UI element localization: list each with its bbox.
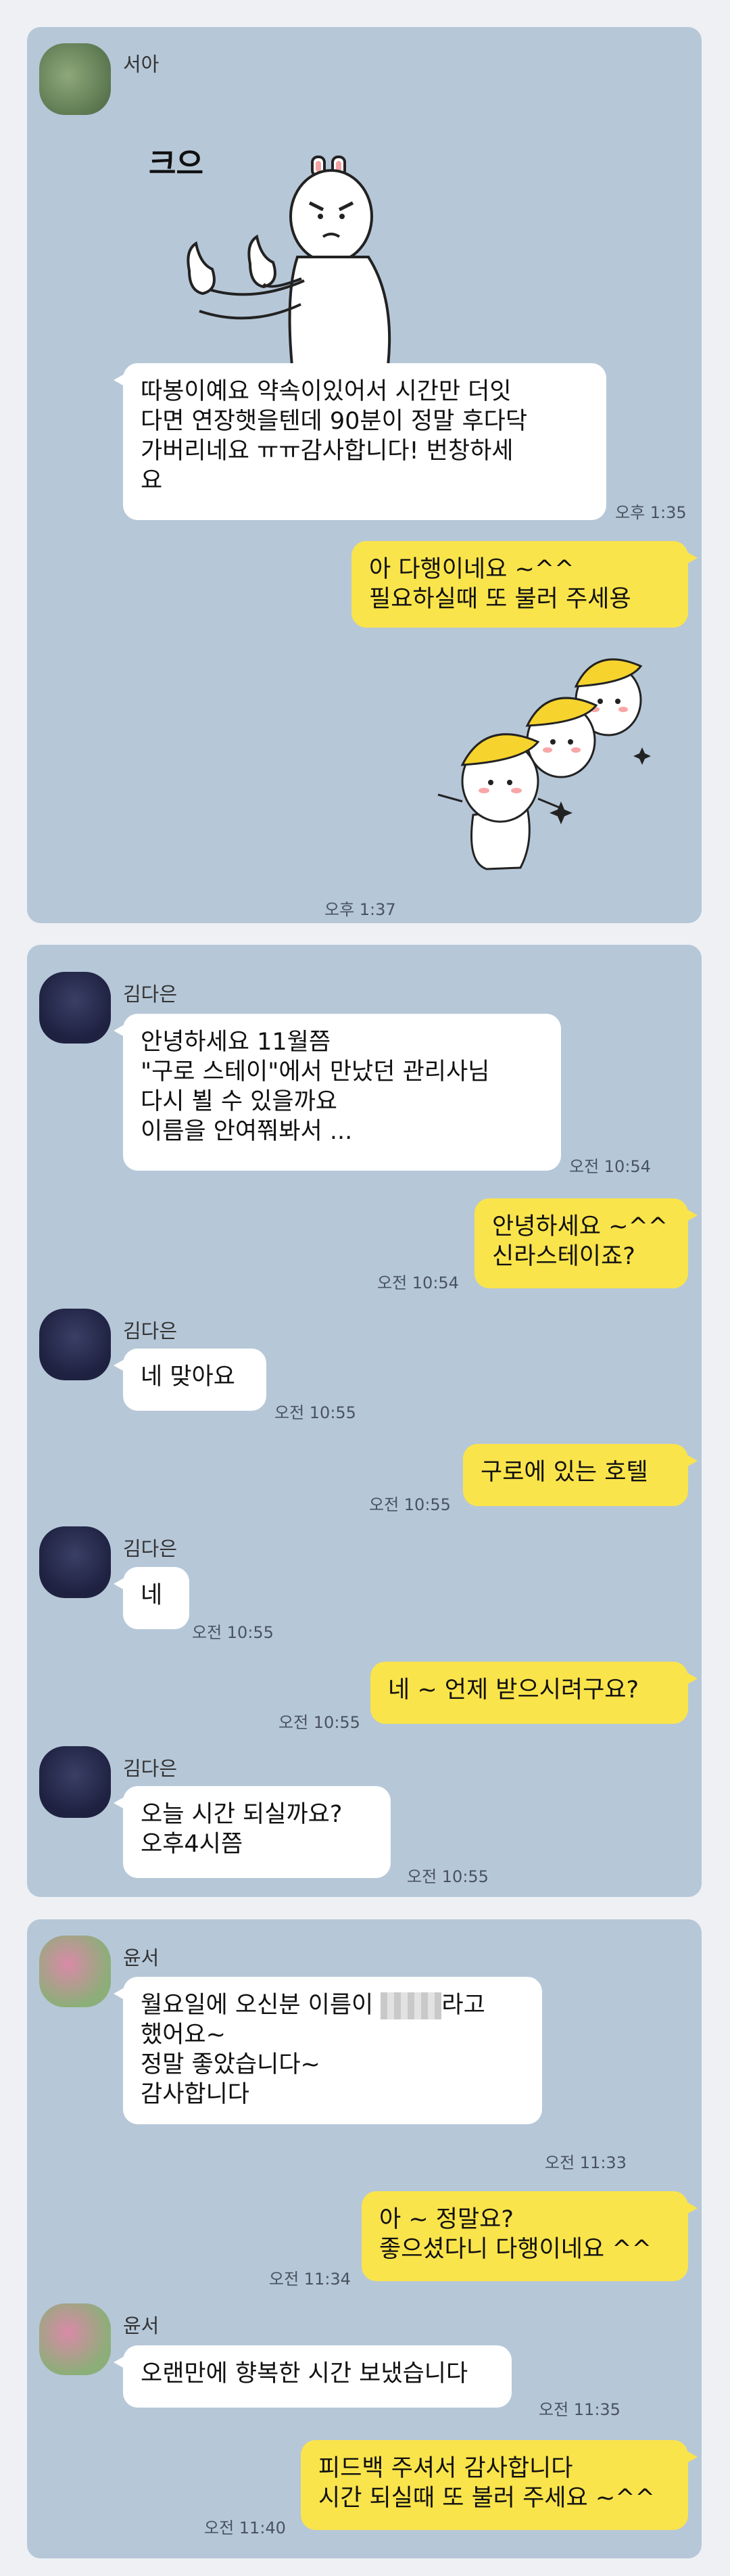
message-bubble[interactable]: 구로에 있는 호텔 [463,1444,698,1506]
message-bubble[interactable]: 오늘 시간 되실까요? 오후4시쯤 [114,1786,391,1878]
message-bubble[interactable]: 아 ~ 정말요? 좋으셨다니 다행이네요 ^^ [362,2191,698,2281]
banana-bunny-icon [437,658,651,870]
avatar[interactable] [39,43,111,115]
message-bubble[interactable]: 피드백 주셔서 감사합니다 시간 되실때 또 불러 주세요 ~^^ [301,2440,698,2530]
message-time: 오전 11:40 [204,2519,286,2537]
message-time: 오전 10:54 [569,1157,651,1176]
bear-sticker[interactable]: 크으 [135,101,433,392]
message-bubble[interactable]: 네 맞아요 [114,1349,266,1411]
message-bubble[interactable]: 오랜만에 향복한 시간 보냈습니다 [114,2345,512,2408]
avatar[interactable] [39,1526,111,1598]
message-time: 오전 11:35 [539,2400,620,2419]
message-time: 오전 10:55 [369,1495,451,1514]
banana-bunnies-sticker[interactable] [426,639,689,883]
message-text: 월요일에 오신분 이름이 [141,1992,381,2019]
chat-card-2: 김다은 안녕하세요 11월쯤 "구로 스테이"에서 만났던 관리사님 다시 뵐 … [27,945,702,1897]
avatar[interactable] [39,2303,111,2375]
message-time: 오전 10:55 [274,1403,356,1422]
chat-card-3: 윤서 월요일에 오신분 이름이 라고 했어요~ 정말 좋았습니다~ 감사합니다 … [27,1919,702,2558]
message-bubble[interactable]: 따봉이예요 약속이있어서 시간만 더잇 다면 연장햇을텐데 90분이 정말 후다… [114,363,606,520]
sender-name: 윤서 [123,1946,160,1969]
avatar[interactable] [39,972,111,1044]
sender-name: 윤서 [123,2314,160,2337]
message-time: 오전 10:55 [407,1867,489,1886]
message-time: 오후 1:37 [324,900,396,919]
sender-name: 김다은 [123,1537,178,1560]
message-time: 오전 10:54 [377,1273,459,1292]
bear-thumbs-up-icon [187,156,391,387]
message-time: 오전 10:55 [278,1713,360,1732]
message-bubble[interactable]: 안녕하세요 11월쯤 "구로 스테이"에서 만났던 관리사님 다시 뵐 수 있을… [114,1014,561,1171]
sender-name: 김다은 [123,983,178,1006]
message-bubble[interactable]: 네 ~ 언제 받으시려구요? [370,1662,698,1724]
avatar[interactable] [39,1746,111,1818]
avatar[interactable] [39,1309,111,1380]
message-time: 오전 10:55 [192,1623,274,1642]
message-time: 오후 1:35 [615,503,687,522]
message-bubble[interactable]: 월요일에 오신분 이름이 라고 했어요~ 정말 좋았습니다~ 감사합니다 [114,1977,542,2124]
message-bubble[interactable]: 아 다행이네요 ~^^ 필요하실때 또 불러 주세용 [351,541,698,628]
redacted-name [381,1992,442,2019]
sender-name: 김다은 [123,1757,178,1780]
message-bubble[interactable]: 네 [114,1567,189,1629]
message-time: 오전 11:33 [545,2153,627,2172]
avatar[interactable] [39,1936,111,2007]
sender-name: 김다은 [123,1319,178,1342]
message-text: 했어요~ 정말 좋았습니다~ 감사합니다 [141,2021,320,2108]
message-time: 오전 11:34 [269,2270,351,2289]
message-bubble[interactable]: 안녕하세요 ~^^ 신라스테이죠? [474,1198,698,1288]
chat-card-1: 서아 크으 따봉이예요 약속이있어서 시간만 더잇 다면 연장햇을텐데 90분이… [27,27,702,923]
sender-name: 서아 [123,53,160,76]
message-text: 라고 [441,1992,485,2019]
